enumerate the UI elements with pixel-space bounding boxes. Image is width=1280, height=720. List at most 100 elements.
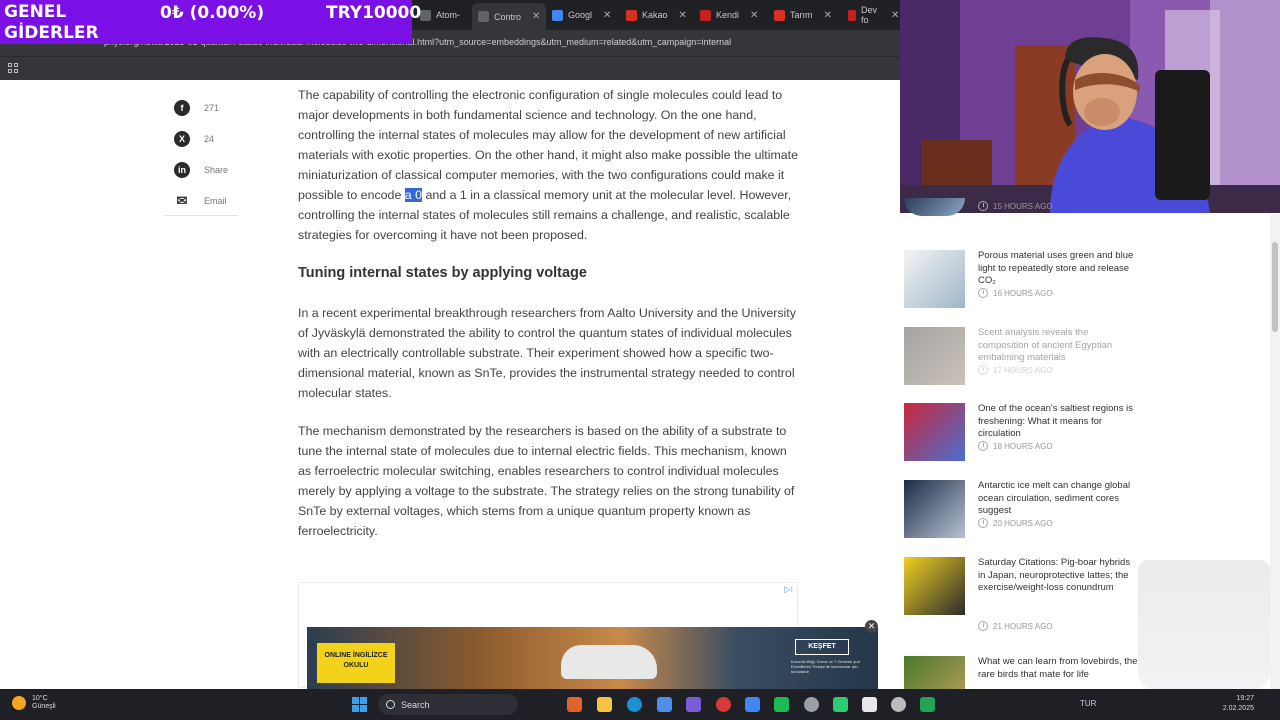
news-timestamp: 18 HOURS AGO: [978, 441, 1053, 451]
overlay-title-line1: GENEL: [4, 2, 67, 22]
taskbar-app-icon[interactable]: [891, 697, 906, 712]
taskbar-app-icon[interactable]: [920, 697, 935, 712]
p1-before: The capability of controlling the electr…: [298, 88, 798, 202]
news-thumbnail[interactable]: [904, 327, 965, 385]
tray-language[interactable]: TUR: [1080, 699, 1096, 708]
sun-icon: [12, 696, 26, 710]
taskbar-app-icon[interactable]: [567, 697, 582, 712]
page-icon: [848, 9, 857, 21]
stream-overlay: GENEL GİDERLER 0₺ (0.00%) TRY10000: [0, 0, 421, 44]
tab-close-icon[interactable]: ✕: [532, 11, 540, 22]
news-time: 17 HOURS AGO: [993, 365, 1053, 375]
ad-fine-print: Kurumlu Bilgi, Doruk ve T Genesin yurt E…: [791, 659, 860, 674]
news-thumbnail[interactable]: [904, 403, 965, 461]
weather-temp: 10°C: [32, 695, 48, 702]
share-label: 271: [204, 102, 220, 113]
taskbar-app-icon[interactable]: [774, 697, 789, 712]
page-icon: [700, 9, 711, 21]
taskbar-app-icon[interactable]: [833, 697, 848, 712]
tab-label: Dev fo: [861, 5, 878, 25]
clock-icon: [978, 441, 988, 451]
taskbar-app-icon[interactable]: [597, 697, 612, 712]
car-image: [561, 645, 657, 679]
google-icon: [552, 9, 563, 21]
share-divider: [164, 215, 238, 216]
ad-banner[interactable]: ONLINE İNGİLİZCE OKULU KEŞFET Kurumlu Bi…: [307, 627, 878, 689]
n-icon: [626, 9, 637, 21]
news-thumbnail[interactable]: [904, 557, 965, 615]
windows-start-icon[interactable]: [352, 697, 367, 712]
ad-cta-button[interactable]: KEŞFET: [795, 639, 849, 655]
news-title[interactable]: Scent analysis reveals the composition o…: [978, 327, 1138, 365]
selected-text[interactable]: a 0: [404, 188, 423, 202]
tab-close-icon[interactable]: ✕: [750, 10, 758, 21]
news-title[interactable]: Saturday Citations: Pig-boar hybrids in …: [978, 557, 1138, 595]
share-item-linkedin[interactable]: in Share: [164, 154, 238, 185]
clock-date: 2.02.2025: [1222, 705, 1254, 712]
apps-grid-icon[interactable]: [8, 63, 19, 74]
share-label: 24: [204, 133, 215, 144]
tab-close-icon[interactable]: ✕: [891, 10, 899, 21]
screen: Atom-✕Contro✕Googl✕Kakao✕Kendi✕Tarım✕Dev…: [0, 0, 1280, 720]
taskbar-app-icon[interactable]: [686, 697, 701, 712]
news-timestamp: 15 HOURS AGO: [978, 201, 1053, 211]
article-paragraph-3: The mechanism demonstrated by the resear…: [298, 424, 795, 538]
taskbar-search[interactable]: Search: [378, 694, 518, 715]
taskbar-app-icon[interactable]: [745, 697, 760, 712]
taskbar-app-icon[interactable]: [627, 697, 642, 712]
news-thumbnail[interactable]: [904, 250, 965, 308]
share-item-x[interactable]: X 24: [164, 123, 238, 154]
facebook-icon: f: [174, 99, 190, 116]
page-icon: [478, 11, 489, 22]
news-title[interactable]: Porous material uses green and blue ligh…: [978, 250, 1138, 288]
close-icon[interactable]: ✕: [865, 620, 878, 633]
scrollbar[interactable]: [1270, 214, 1280, 689]
tab-close-icon[interactable]: ✕: [824, 10, 832, 21]
search-icon: [386, 700, 395, 709]
browser-tab[interactable]: Contro ✕: [472, 3, 547, 30]
news-thumbnail[interactable]: [904, 480, 965, 538]
clock-icon: [978, 365, 988, 375]
ad-choices-icon[interactable]: ▷⁝: [784, 585, 793, 594]
linkedin-icon: in: [174, 161, 190, 178]
browser-tab[interactable]: Tarım ✕: [768, 5, 838, 25]
overlay-title-line2: GİDERLER: [4, 23, 99, 43]
tab-label: Googl: [568, 10, 593, 20]
overlay-title: GENEL GİDERLER: [4, 2, 99, 44]
news-title[interactable]: Antarctic ice melt can change global oce…: [978, 480, 1138, 518]
browser-tab[interactable]: Kakao ✕: [620, 5, 693, 25]
scrollbar-thumb[interactable]: [1272, 242, 1278, 332]
weather-widget[interactable]: 10°C Güneşli: [12, 695, 56, 711]
clock-icon: [978, 518, 988, 528]
share-item-facebook[interactable]: f 271: [164, 92, 238, 123]
tab-label: Tarım: [790, 10, 813, 20]
news-thumbnail[interactable]: [904, 198, 965, 216]
news-title[interactable]: What we can learn from lovebirds, the ra…: [978, 656, 1138, 681]
browser-tab[interactable]: Dev fo ✕: [842, 5, 905, 25]
tab-label: Kendi: [716, 10, 740, 20]
overlay-change: 0₺ (0.00%): [160, 3, 265, 23]
tab-close-icon[interactable]: ✕: [603, 10, 611, 21]
tab-close-icon[interactable]: ✕: [679, 10, 687, 21]
article-body: The capability of controlling the electr…: [298, 85, 803, 559]
taskbar-app-icon[interactable]: [862, 697, 877, 712]
email-icon: ✉: [176, 192, 188, 208]
article-paragraph-2: In a recent experimental breakthrough re…: [298, 306, 796, 400]
browser-tab[interactable]: Kendi ✕: [694, 5, 764, 25]
d-icon: [774, 9, 785, 21]
taskbar-clock[interactable]: 19:27 2.02.2025: [1208, 694, 1254, 714]
news-time: 18 HOURS AGO: [993, 441, 1053, 451]
share-label: Email: [204, 195, 227, 206]
taskbar-app-icon[interactable]: [804, 697, 819, 712]
browser-tab[interactable]: Googl ✕: [546, 5, 617, 25]
clock-icon: [978, 288, 988, 298]
taskbar-app-icon[interactable]: [716, 697, 731, 712]
news-time: 16 HOURS AGO: [993, 288, 1053, 298]
windows-taskbar: 10°C Güneşli Search TUR 19:27 2.02.2025: [0, 689, 1280, 720]
tab-label: Kakao: [642, 10, 668, 20]
news-time: 21 HOURS AGO: [993, 621, 1053, 631]
share-item-email[interactable]: ✉ Email: [164, 185, 238, 216]
news-time: 15 HOURS AGO: [993, 201, 1053, 211]
news-title[interactable]: One of the ocean's saltiest regions is f…: [978, 403, 1138, 441]
taskbar-app-icon[interactable]: [657, 697, 672, 712]
